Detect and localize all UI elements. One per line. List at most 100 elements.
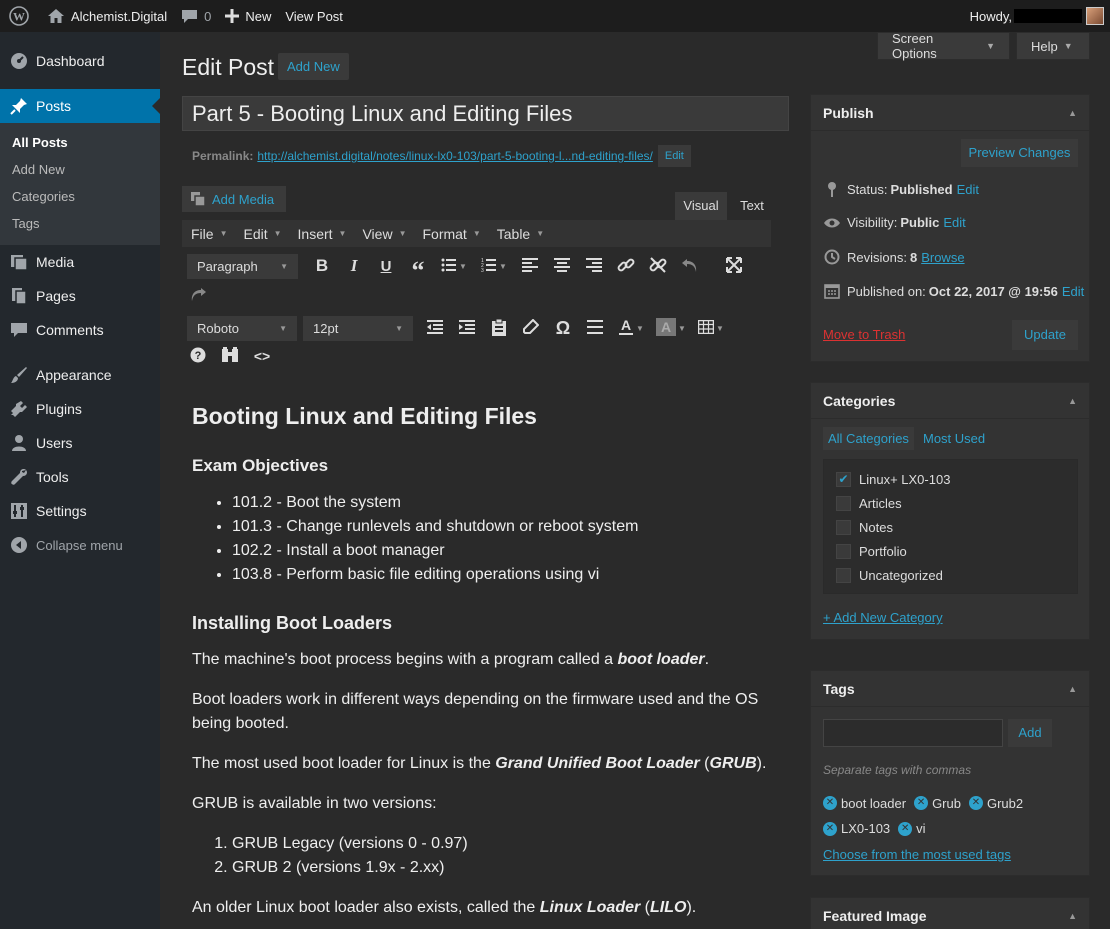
align-center-button[interactable] (546, 252, 578, 280)
bold-button[interactable]: B (306, 252, 338, 280)
permalink-edit-button[interactable]: Edit (657, 145, 691, 167)
tags-box-header[interactable]: Tags ▲ (811, 671, 1089, 707)
screen-options-button[interactable]: Screen Options ▼ (877, 31, 1010, 61)
insert-link-button[interactable] (610, 252, 642, 280)
align-right-button[interactable] (578, 252, 610, 280)
fullscreen-button[interactable] (718, 252, 750, 280)
menu-tools[interactable]: Tools (0, 460, 160, 494)
status-edit-link[interactable]: Edit (957, 182, 979, 197)
underline-button[interactable]: U (370, 252, 402, 280)
submenu-categories[interactable]: Categories (0, 183, 160, 210)
menu-insert[interactable]: Insert ▼ (298, 226, 347, 242)
horizontal-line-button[interactable] (579, 314, 611, 342)
undo-button[interactable] (674, 252, 706, 280)
update-button[interactable]: Update (1012, 320, 1078, 350)
new-content-link[interactable]: New (218, 0, 278, 32)
comments-link[interactable]: 0 (174, 0, 218, 32)
menu-table[interactable]: Table ▼ (497, 226, 544, 242)
published-edit-link[interactable]: Edit (1062, 284, 1084, 299)
numbered-list-button[interactable]: 1 2 3 ▼ (474, 252, 514, 280)
table-button[interactable]: ▼ (691, 314, 731, 342)
categories-box-header[interactable]: Categories ▲ (811, 383, 1089, 419)
background-color-button[interactable]: A ▼ (651, 314, 691, 342)
remove-tag-icon[interactable]: ✕ (914, 796, 929, 810)
add-tag-button[interactable]: Add (1008, 719, 1052, 747)
keyboard-help-button[interactable]: ? (187, 342, 209, 370)
redo-button[interactable] (187, 281, 209, 309)
clear-formatting-button[interactable] (515, 314, 547, 342)
remove-link-button[interactable] (642, 252, 674, 280)
post-content-area[interactable]: Booting Linux and Editing Files Exam Obj… (192, 402, 772, 929)
account-menu[interactable]: Howdy, (970, 0, 1104, 32)
menu-comments[interactable]: Comments (0, 313, 160, 347)
tab-text[interactable]: Text (732, 192, 772, 220)
remove-tag-icon[interactable]: ✕ (898, 821, 913, 836)
menu-users[interactable]: Users (0, 426, 160, 460)
preview-changes-button[interactable]: Preview Changes (961, 139, 1078, 167)
menu-view[interactable]: View ▼ (362, 226, 406, 242)
publish-box-header[interactable]: Publish ▲ (811, 95, 1089, 131)
outdent-button[interactable] (419, 314, 451, 342)
browse-revisions-link[interactable]: Browse (921, 250, 964, 265)
category-item[interactable]: Notes (824, 515, 1077, 539)
remove-tag-icon[interactable]: ✕ (968, 796, 983, 810)
add-media-button[interactable]: Add Media (182, 186, 286, 212)
checkbox-checked[interactable]: ✔ (836, 471, 851, 487)
remove-tag-icon[interactable]: ✕ (823, 796, 837, 810)
tab-most-used[interactable]: Most Used (923, 431, 985, 446)
menu-appearance[interactable]: Appearance (0, 358, 160, 392)
menu-settings[interactable]: Settings (0, 494, 160, 528)
menu-pages[interactable]: Pages (0, 279, 160, 313)
menu-edit[interactable]: Edit ▼ (243, 226, 281, 242)
find-replace-button[interactable] (219, 342, 241, 370)
add-new-category-link[interactable]: + Add New Category (823, 610, 943, 625)
paragraph-format-select[interactable]: Paragraph ▼ (187, 253, 298, 279)
category-item[interactable]: ✔ Linux+ LX0-103 (824, 467, 1077, 491)
checkbox[interactable] (836, 567, 851, 583)
permalink-url[interactable]: http://alchemist.digital/notes/linux-lx0… (257, 149, 653, 163)
choose-most-used-tags-link[interactable]: Choose from the most used tags (823, 847, 1011, 862)
menu-dashboard[interactable]: Dashboard (0, 44, 160, 78)
menu-posts[interactable]: Posts (0, 89, 160, 123)
indent-button[interactable] (451, 314, 483, 342)
text-color-button[interactable]: A ▼ (611, 314, 651, 342)
collapse-menu-button[interactable]: Collapse menu (0, 528, 160, 562)
italic-button[interactable]: I (338, 252, 370, 280)
bullet-list-button[interactable]: ▼ (434, 252, 474, 280)
tag-input[interactable] (823, 719, 1003, 747)
visibility-edit-link[interactable]: Edit (943, 215, 965, 230)
featured-image-header[interactable]: Featured Image ▲ (811, 898, 1089, 929)
tab-visual[interactable]: Visual (675, 192, 727, 220)
align-left-button[interactable] (514, 252, 546, 280)
remove-tag-icon[interactable]: ✕ (823, 821, 837, 836)
tag-label: Grub2 (986, 795, 1024, 811)
help-button[interactable]: Help ▼ (1016, 32, 1090, 60)
blockquote-button[interactable]: “ (402, 252, 434, 284)
font-size-select[interactable]: 12pt ▼ (303, 315, 413, 341)
category-item[interactable]: Articles (824, 491, 1077, 515)
menu-media[interactable]: Media (0, 245, 160, 279)
checkbox[interactable] (836, 543, 851, 559)
post-title-input[interactable]: Part 5 - Booting Linux and Editing Files (182, 96, 789, 131)
view-post-link[interactable]: View Post (278, 0, 350, 32)
tab-all-categories[interactable]: All Categories (823, 427, 914, 450)
paste-text-button[interactable] (483, 314, 515, 342)
category-item[interactable]: Uncategorized (824, 563, 1077, 587)
move-to-trash-link[interactable]: Move to Trash (823, 327, 905, 342)
wordpress-logo[interactable]: W (0, 0, 40, 32)
menu-format[interactable]: Format ▼ (422, 226, 480, 242)
submenu-all-posts[interactable]: All Posts (0, 129, 160, 156)
category-item[interactable]: Portfolio (824, 539, 1077, 563)
special-character-button[interactable]: Ω (547, 314, 579, 342)
checkbox[interactable] (836, 495, 851, 511)
menu-file[interactable]: File ▼ (191, 226, 227, 242)
source-code-button[interactable]: <> (251, 342, 273, 370)
category-label: Uncategorized (859, 567, 943, 583)
submenu-add-new[interactable]: Add New (0, 156, 160, 183)
font-family-select[interactable]: Roboto ▼ (187, 315, 297, 341)
submenu-tags[interactable]: Tags (0, 210, 160, 237)
menu-plugins[interactable]: Plugins (0, 392, 160, 426)
checkbox[interactable] (836, 519, 851, 535)
site-name-link[interactable]: Alchemist.Digital (40, 0, 174, 32)
add-new-post-button[interactable]: Add New (278, 53, 349, 80)
